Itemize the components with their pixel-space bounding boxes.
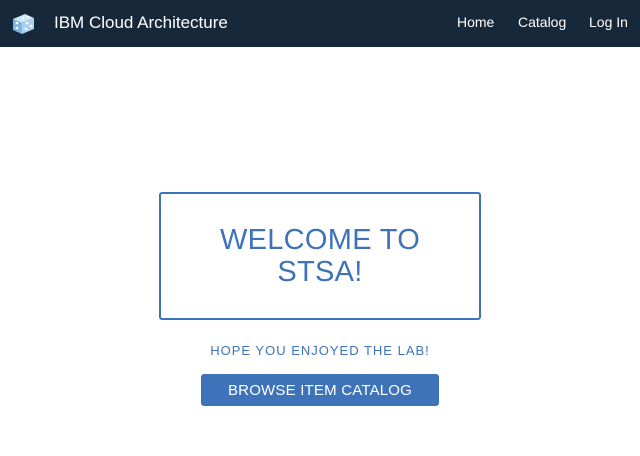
browse-item-catalog-button[interactable]: BROWSE ITEM CATALOG	[201, 374, 439, 406]
subtitle-text: HOPE YOU ENJOYED THE LAB!	[210, 343, 430, 358]
nav-catalog-link[interactable]: Catalog	[518, 13, 566, 31]
welcome-title-line2: STSA!	[277, 256, 363, 288]
nav-home-link[interactable]: Home	[457, 13, 494, 31]
brand-link[interactable]: IBM Cloud Architecture	[54, 13, 228, 33]
cloud-cube-logo-icon[interactable]	[9, 11, 37, 37]
welcome-title: WELCOME TO STSA!	[220, 224, 420, 288]
welcome-title-line1: WELCOME TO	[219, 224, 421, 256]
welcome-box: WELCOME TO STSA!	[159, 192, 481, 320]
nav-login-link[interactable]: Log In	[589, 13, 628, 31]
top-navbar: IBM Cloud Architecture Home Catalog Log …	[0, 0, 640, 47]
